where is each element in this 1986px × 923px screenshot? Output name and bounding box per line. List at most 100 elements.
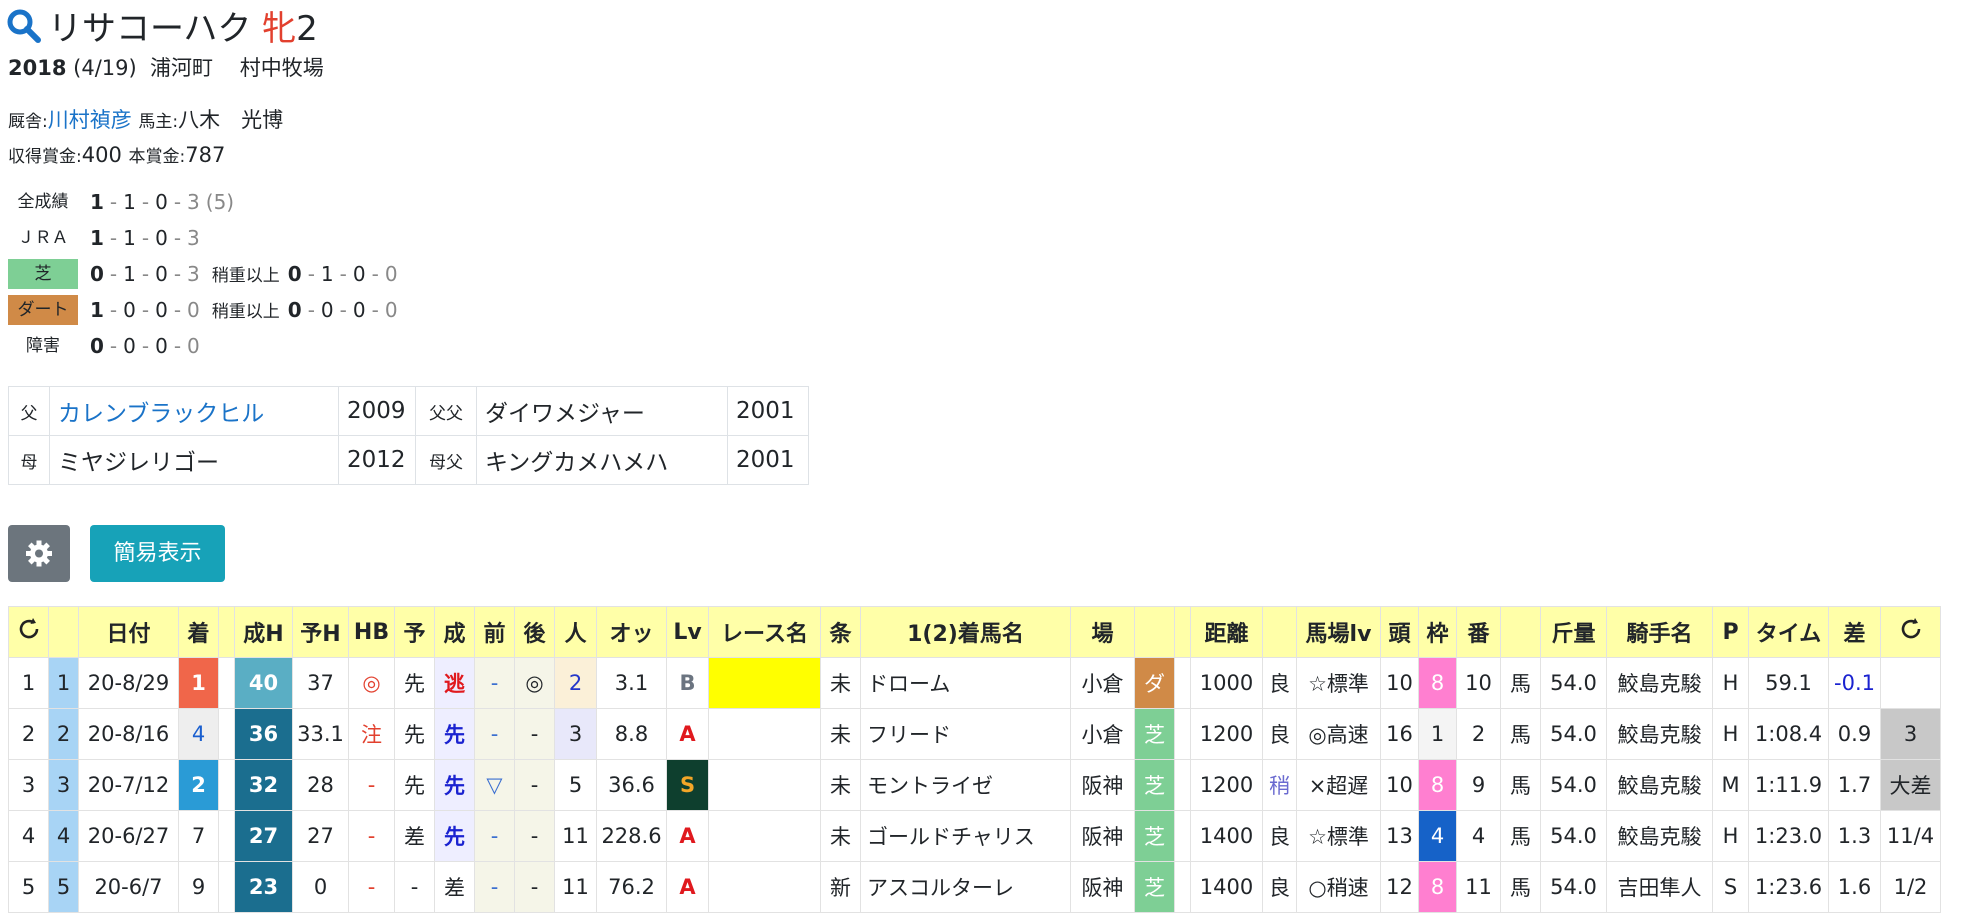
cell-cond: 未: [820, 708, 861, 760]
cell-yo: 先: [394, 657, 435, 709]
cell-pop: 11: [554, 861, 597, 913]
cell-baba: 良: [1262, 810, 1297, 862]
cell-odds: 8.8: [596, 708, 667, 760]
cell-waku: 8: [1418, 657, 1457, 709]
cell-no: 2: [8, 708, 49, 760]
cell-i: 2: [48, 708, 79, 760]
cell-odds: 36.6: [596, 759, 667, 811]
horse-title: リサコーハク 牝2: [6, 6, 318, 52]
cell-time: 1:23.6: [1748, 861, 1829, 913]
cell-last: 大差: [1880, 759, 1941, 811]
cell-yoH: 0: [292, 861, 349, 913]
cell-uma: 馬: [1500, 657, 1541, 709]
cell-kin: 54.0: [1540, 708, 1607, 760]
cell-date: 20-8/29: [78, 657, 179, 709]
cell-seiH: 32: [234, 759, 293, 811]
table-row[interactable]: 5 5 20-6/7 9 23 0- - 差 - -11 76.2 A 新アスコルターレ 阪神芝 1400 良…: [8, 861, 1941, 913]
cell-lv: A: [666, 708, 709, 760]
cell-date: 20-7/12: [78, 759, 179, 811]
cell-winner: モントライゼ: [860, 759, 1071, 811]
cell-yoH: 28: [292, 759, 349, 811]
results-table: 日付 着 成H 予H HB 予 成 前 後 人 オッ Lv レース名 条 1(2…: [8, 606, 1941, 913]
cell-spacer: [1174, 657, 1191, 709]
cell-time: 1:23.0: [1748, 810, 1829, 862]
cell-heads: 16: [1380, 708, 1419, 760]
record-label-all: 全成績: [17, 192, 69, 212]
cell-diff: 1.7: [1828, 759, 1881, 811]
cell-spacer: [218, 861, 235, 913]
table-row[interactable]: 1 1 20-8/29 1 40 37 ◎ 先逃 - ◎ 2 3.1 B 未ドローム 小倉ダ 1000 良 ☆標準…: [8, 657, 1941, 709]
record-label-turf: 芝: [8, 259, 78, 289]
cell-cond: 新: [820, 861, 861, 913]
search-icon[interactable]: [6, 8, 42, 44]
cell-spacer: [1174, 861, 1191, 913]
cell-ban: 4: [1456, 810, 1501, 862]
cell-mae: -: [474, 708, 515, 760]
cell-ban: 2: [1456, 708, 1501, 760]
cell-race: [708, 810, 821, 862]
table-row[interactable]: 2 2 20-8/16 4 36 33.1 注先先 - -3 8.8 A 未フリード 小倉芝 1200 良 ◎…: [8, 708, 1941, 760]
cell-uma: 馬: [1500, 708, 1541, 760]
cell-yo: 先: [394, 759, 435, 811]
cell-baba: 良: [1262, 861, 1297, 913]
cell-time: 59.1: [1748, 657, 1829, 709]
cell-cond: 未: [820, 759, 861, 811]
cell-heads: 13: [1380, 810, 1419, 862]
cell-last: 1/2: [1880, 861, 1941, 913]
cell-odds: 3.1: [596, 657, 667, 709]
refresh-icon-right[interactable]: [1880, 606, 1941, 658]
pedigree-row-sire: 父 カレンブラックヒル 2009 父父 ダイワメジャー 2001: [8, 386, 809, 436]
earned-label: 収得賞金:: [8, 147, 82, 167]
cell-kin: 54.0: [1540, 657, 1607, 709]
cell-ban: 9: [1456, 759, 1501, 811]
earned-value: 400: [81, 143, 122, 167]
settings-button[interactable]: [8, 525, 70, 582]
sire-link[interactable]: カレンブラックヒル: [49, 386, 339, 436]
trainer-link[interactable]: 川村禎彦: [48, 108, 132, 132]
record-jump: 0-0-0-0: [90, 334, 200, 358]
cell-p: H: [1712, 657, 1749, 709]
cell-sei: 差: [434, 861, 475, 913]
cell-time: 1:08.4: [1748, 708, 1829, 760]
cell-dist: 1200: [1190, 708, 1263, 760]
cell-cond: 未: [820, 657, 861, 709]
cell-i: 1: [48, 657, 79, 709]
cell-track: 芝: [1134, 759, 1175, 811]
cell-winner: ゴールドチャリス: [860, 810, 1071, 862]
cell-place: 阪神: [1070, 759, 1135, 811]
cell-sei: 逃: [434, 657, 475, 709]
cell-race: [708, 759, 821, 811]
table-row[interactable]: 3 3 20-7/12 2 32 28- 先先 ▽ -5 36.6 S 未モントライゼ 阪神芝 1200 稍…: [8, 759, 1941, 811]
cell-spacer: [1174, 810, 1191, 862]
cell-track: ダ: [1134, 657, 1175, 709]
pedigree-table: 父 カレンブラックヒル 2009 父父 ダイワメジャー 2001 母 ミヤジレリ…: [8, 386, 809, 485]
cell-diff: 0.9: [1828, 708, 1881, 760]
cell-p: S: [1712, 861, 1749, 913]
cell-hb: ◎: [348, 657, 395, 709]
cell-spacer: [1174, 708, 1191, 760]
cell-yo: -: [394, 861, 435, 913]
cell-heads: 10: [1380, 657, 1419, 709]
cell-babalv: ◎高速: [1296, 708, 1381, 760]
cell-waku: 8: [1418, 861, 1457, 913]
cell-heads: 10: [1380, 759, 1419, 811]
birth-place: 浦河町: [150, 56, 214, 80]
cell-place: 小倉: [1070, 708, 1135, 760]
cell-pos: 2: [178, 759, 219, 811]
record-jra: 1-1-0-3: [90, 226, 200, 250]
results-header: 日付 着 成H 予H HB 予 成 前 後 人 オッ Lv レース名 条 1(2…: [8, 606, 1941, 658]
cell-dist: 1000: [1190, 657, 1263, 709]
cell-cond: 未: [820, 810, 861, 862]
cell-track: 芝: [1134, 861, 1175, 913]
cell-pos: 9: [178, 861, 219, 913]
cell-mae: -: [474, 810, 515, 862]
cell-jockey: 鮫島克駿: [1606, 657, 1713, 709]
simple-view-button[interactable]: 簡易表示: [90, 525, 225, 582]
cell-spacer: [218, 810, 235, 862]
cell-yoH: 37: [292, 657, 349, 709]
cell-seiH: 27: [234, 810, 293, 862]
cell-lv: A: [666, 861, 709, 913]
table-row[interactable]: 4 4 20-6/27 7 27 27- 差先 - -11 228.6 A 未ゴールドチャリス 阪神芝 1…: [8, 810, 1941, 862]
cell-date: 20-8/16: [78, 708, 179, 760]
refresh-icon-left[interactable]: [8, 606, 49, 658]
